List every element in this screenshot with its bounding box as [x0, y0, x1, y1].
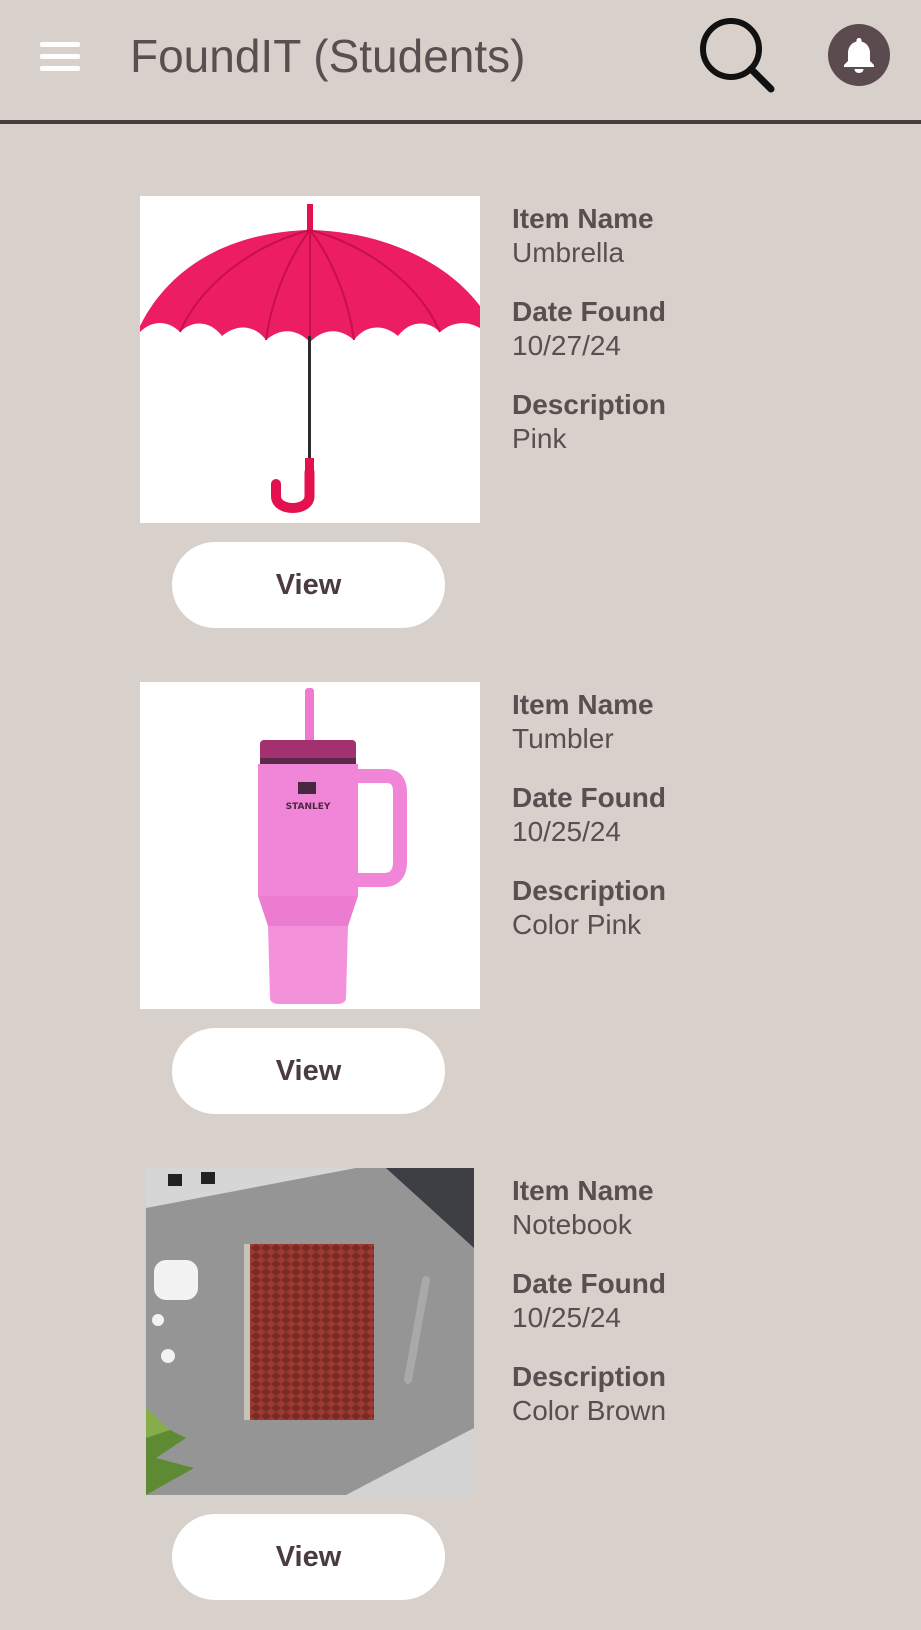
item-details: Item Name Umbrella Date Found 10/27/24 D… [512, 202, 902, 481]
tumbler-photo[interactable]: STANLEY [140, 682, 480, 1009]
item-name-label: Item Name [512, 689, 654, 720]
date-found-label: Date Found [512, 296, 666, 327]
item-details: Item Name Tumbler Date Found 10/25/24 De… [512, 688, 902, 967]
date-found-value: 10/25/24 [512, 1302, 621, 1333]
bell-icon[interactable] [828, 24, 890, 86]
description-value: Color Brown [512, 1395, 667, 1426]
view-button[interactable]: View [172, 542, 445, 628]
date-found-value: 10/27/24 [512, 330, 621, 361]
umbrella-photo[interactable] [140, 196, 480, 523]
item-name-value: Umbrella [512, 237, 625, 268]
description-value: Pink [512, 423, 567, 454]
view-button[interactable]: View [172, 1514, 445, 1600]
item-name-label: Item Name [512, 203, 654, 234]
list-item: Item Name Umbrella Date Found 10/27/24 D… [0, 196, 921, 636]
date-found-label: Date Found [512, 782, 666, 813]
app-title: FoundIT (Students) [130, 30, 526, 82]
view-button[interactable]: View [172, 1028, 445, 1114]
item-details: Item Name Notebook Date Found 10/25/24 D… [512, 1174, 902, 1453]
description-label: Description [512, 1361, 667, 1392]
item-name-label: Item Name [512, 1175, 654, 1206]
tumbler-brand-text: STANLEY [286, 802, 331, 812]
notebook-photo[interactable] [146, 1168, 474, 1495]
description-label: Description [512, 389, 667, 420]
list-item: Item Name Notebook Date Found 10/25/24 D… [0, 1168, 921, 1608]
app-bar: FoundIT (Students) [0, 0, 921, 124]
description-label: Description [512, 875, 667, 906]
date-found-label: Date Found [512, 1268, 666, 1299]
item-name-value: Tumbler [512, 723, 614, 754]
hamburger-menu-icon[interactable] [38, 38, 82, 71]
description-value: Color Pink [512, 909, 642, 940]
search-icon[interactable] [695, 12, 781, 98]
date-found-value: 10/25/24 [512, 816, 621, 847]
list-item: STANLEY Item Name Tumbler Date Found 10/… [0, 682, 921, 1122]
item-name-value: Notebook [512, 1209, 632, 1240]
